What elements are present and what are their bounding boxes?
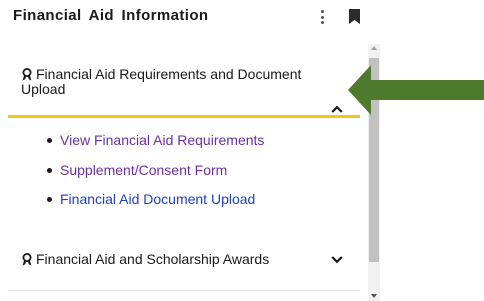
scroll-up-arrow-icon[interactable]	[371, 46, 377, 50]
chevron-up-icon[interactable]	[331, 105, 343, 113]
list-item: View Financial Aid Requirements	[8, 131, 360, 161]
award-ribbon-icon	[22, 68, 32, 81]
view-fa-requirements-link[interactable]: View Financial Aid Requirements	[60, 132, 264, 148]
accordion-header-text: Financial Aid and Scholarship Awards	[36, 251, 270, 267]
fa-document-upload-link[interactable]: Financial Aid Document Upload	[60, 191, 255, 207]
accordion-header-label: Financial Aid and Scholarship Awards	[21, 252, 269, 267]
divider	[8, 290, 360, 291]
supplement-consent-form-link[interactable]: Supplement/Consent Form	[60, 162, 227, 178]
bullet	[47, 167, 52, 173]
accordion-header-label: Financial Aid Requirements and Document …	[21, 67, 331, 97]
page-title: Financial Aid Information	[13, 7, 209, 24]
requirements-link-list: View Financial Aid Requirements Suppleme…	[8, 131, 360, 220]
accordion-header-fa-requirements[interactable]: Financial Aid Requirements and Document …	[8, 64, 360, 116]
bullet	[47, 138, 52, 143]
bookmark-icon[interactable]	[349, 9, 360, 24]
chevron-down-icon[interactable]	[331, 256, 343, 264]
accordion-panel: Financial Aid Requirements and Document …	[8, 44, 368, 301]
active-section-underline	[8, 115, 360, 118]
accordion-header-fa-awards[interactable]: Financial Aid and Scholarship Awards	[8, 243, 360, 283]
accordion-header-text: Financial Aid Requirements and Document …	[21, 66, 302, 97]
panel-header: Financial Aid Information	[0, 0, 484, 36]
list-item: Financial Aid Document Upload	[8, 190, 360, 220]
award-ribbon-icon	[22, 253, 32, 266]
more-options-icon[interactable]	[316, 8, 328, 26]
list-item: Supplement/Consent Form	[8, 161, 360, 191]
bullet	[47, 197, 52, 202]
scroll-down-arrow-icon[interactable]	[371, 294, 377, 298]
pointer-arrow-icon	[348, 65, 484, 115]
